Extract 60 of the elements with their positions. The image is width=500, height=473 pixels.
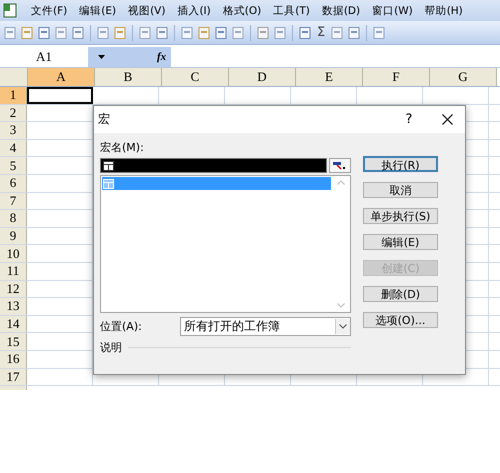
row-header[interactable]: 5 (0, 157, 27, 174)
spreadsheet-icon[interactable] (3, 3, 17, 18)
menu-item[interactable]: 文件(F) (25, 4, 74, 18)
collapse-dialog-button[interactable] (329, 158, 351, 173)
dialog-button[interactable]: 执行(R) (363, 156, 438, 172)
column-header[interactable]: C (162, 68, 229, 86)
location-label: 位置(A): (100, 319, 143, 334)
menu-item[interactable]: 格式(O) (216, 4, 268, 18)
dialog-button[interactable]: 取消 (363, 182, 438, 198)
row-header[interactable]: 10 (0, 245, 27, 262)
menu-item[interactable]: 工具(T) (267, 4, 316, 18)
column-header[interactable]: A (28, 68, 95, 86)
column-header[interactable]: G (430, 68, 497, 86)
autosum-button[interactable]: Σ (315, 25, 328, 40)
menu-item[interactable]: 数据(D) (316, 4, 366, 18)
macro-name-label: 宏名(M): (100, 140, 144, 155)
insert-function-button[interactable]: fx (157, 47, 171, 67)
row-header[interactable]: 7 (0, 192, 27, 210)
scroll-up-icon[interactable] (337, 180, 345, 185)
menu-item[interactable]: 帮助(H) (418, 4, 469, 18)
column-header[interactable]: B (95, 68, 162, 86)
row-header[interactable]: 17 (0, 368, 27, 386)
column-header[interactable]: E (296, 68, 363, 86)
row-header[interactable]: 12 (0, 280, 27, 298)
help-button[interactable]: ? (389, 112, 429, 127)
row-header[interactable]: 13 (0, 298, 27, 315)
column-header[interactable]: F (363, 68, 430, 86)
menu-item[interactable]: 插入(I) (171, 4, 217, 18)
description-label: 说明 (100, 340, 122, 355)
row-header[interactable]: 11 (0, 262, 27, 280)
row-header[interactable]: 6 (0, 174, 27, 192)
row-header[interactable]: 1 (0, 87, 27, 104)
chevron-down-icon[interactable] (339, 324, 347, 329)
scroll-down-icon[interactable] (337, 303, 345, 308)
macro-icon (103, 160, 114, 170)
dialog-button[interactable]: 单步执行(S) (363, 208, 438, 224)
select-all-corner[interactable] (0, 68, 28, 86)
row-header[interactable]: 4 (0, 140, 27, 156)
menu-item[interactable]: 视图(V) (122, 4, 172, 18)
macro-icon (103, 178, 114, 188)
menu-item[interactable]: 编辑(E) (73, 4, 122, 18)
dialog-button[interactable]: 删除(D) (363, 286, 438, 302)
active-cell[interactable] (27, 87, 93, 104)
row-header[interactable]: 3 (0, 122, 27, 139)
dropdown-arrow-icon[interactable] (98, 55, 105, 59)
row-header[interactable]: 8 (0, 210, 27, 227)
row-header[interactable]: 15 (0, 333, 27, 350)
row-header[interactable]: 16 (0, 350, 27, 368)
close-icon[interactable] (442, 114, 452, 125)
dialog-button[interactable]: 编辑(E) (363, 234, 438, 250)
dialog-title: 宏 (98, 111, 111, 128)
column-header[interactable]: D (229, 68, 296, 86)
row-header[interactable]: 14 (0, 316, 27, 332)
dialog-button[interactable]: 选项(O)... (363, 312, 438, 328)
range-picker-icon (330, 159, 348, 172)
location-dropdown[interactable]: 所有打开的工作簿 (180, 317, 351, 336)
row-header[interactable]: 2 (0, 104, 27, 122)
menu-item[interactable]: 窗口(W) (366, 4, 419, 18)
row-header[interactable]: 9 (0, 228, 27, 244)
macro-name-field[interactable] (100, 158, 327, 173)
